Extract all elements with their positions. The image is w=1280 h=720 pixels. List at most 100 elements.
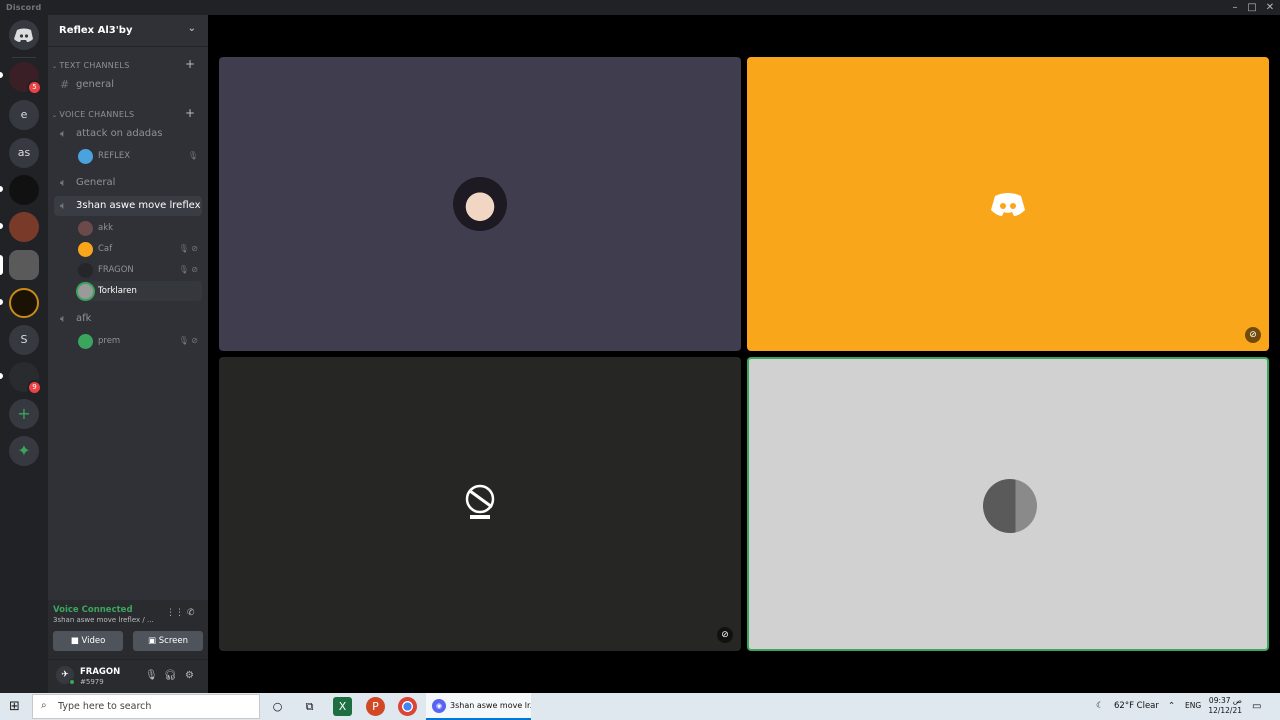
cortana-icon[interactable]: ○ (268, 697, 287, 716)
settings-gear-icon[interactable]: ⚙ (185, 670, 194, 681)
microphone-icon[interactable]: 🎙︎ (145, 670, 158, 681)
taskbar: ⊞ ⌕ Type here to search ○ ⧉ X P ◉ 3shan … (0, 693, 1280, 720)
user-panel: ✈ FRAGON #5979 🎙︎ 🎧︎ ⚙ (48, 660, 208, 693)
avatar (78, 334, 93, 349)
guild-5[interactable] (9, 212, 39, 242)
guild-4[interactable] (9, 175, 39, 205)
category-label: VOICE CHANNELS (59, 110, 135, 119)
deafened-icon: ⊘ (1245, 327, 1261, 343)
discord-app-icon: ◉ (432, 699, 446, 713)
unread-pill (0, 223, 3, 229)
tray-chevron-icon[interactable]: ⌃ (1168, 701, 1175, 711)
headphones-icon[interactable]: 🎧︎ (164, 670, 177, 681)
explore-servers-icon[interactable]: ✦ (9, 436, 39, 466)
voice-channel-afk[interactable]: 🔈︎ afk (54, 309, 202, 329)
channel-general[interactable]: # general (54, 75, 202, 95)
user-name: Caf (98, 244, 113, 254)
home-discord-button[interactable] (9, 20, 39, 50)
taskbar-search[interactable]: ⌕ Type here to search (32, 694, 260, 719)
voice-status: Voice Connected (53, 605, 133, 615)
chevron-down-icon: ⌄ (187, 23, 196, 34)
create-channel-icon[interactable]: + (185, 57, 195, 71)
add-server-icon[interactable]: + (9, 399, 39, 429)
clock[interactable]: 09:37 ص 12/12/21 (1208, 696, 1242, 716)
muted-deafened-icons: 🎙︎ ⊘ (178, 244, 198, 253)
maximize-icon[interactable]: □ (1242, 0, 1262, 15)
user-name: Torklaren (98, 286, 137, 296)
taskbar-discord-app[interactable]: ◉ 3shan aswe move lr... (426, 693, 531, 720)
windows-start-icon[interactable]: ⊞ (9, 699, 20, 714)
disconnect-icon[interactable]: ✆ (187, 608, 195, 618)
deafened-icon: ⊘ (717, 627, 733, 643)
voice-channel-attack[interactable]: 🔈︎ attack on adadas (54, 124, 202, 144)
noise-suppression-icon[interactable]: ⋮⋮ (166, 608, 184, 618)
voice-channel-path[interactable]: 3shan aswe move lreflex / ... (53, 616, 154, 624)
voice-user[interactable]: akk (78, 218, 202, 238)
unread-pill (0, 373, 3, 379)
close-icon[interactable]: ✕ (1260, 0, 1280, 15)
channel-name: attack on adadas (76, 128, 163, 139)
avatar (78, 242, 93, 257)
guild-6-selected[interactable] (9, 250, 39, 280)
speaker-icon: 🔈︎ (60, 176, 67, 189)
discord-logo-icon (991, 193, 1025, 216)
voice-user-hovered[interactable]: Torklaren (78, 281, 202, 301)
search-placeholder: Type here to search (58, 701, 152, 712)
guild-8[interactable]: S (9, 325, 39, 355)
guild-3[interactable]: as (9, 138, 39, 168)
hash-icon: # (60, 78, 70, 91)
avatar (78, 221, 93, 236)
server-header[interactable]: Reflex Al3'by ⌄ (48, 15, 208, 47)
participant-tile-2[interactable]: ⊘ (747, 57, 1269, 351)
guild-9[interactable]: 9 (9, 362, 42, 395)
muted-deafened-icons: 🎙︎ ⊘ (178, 265, 198, 274)
search-icon: ⌕ (41, 700, 47, 711)
guild-label: e (20, 108, 28, 121)
weather-text[interactable]: 62°F Clear (1114, 701, 1159, 711)
video-button[interactable]: ■ Video (53, 631, 123, 651)
voice-user[interactable]: prem 🎙︎ ⊘ (78, 331, 202, 351)
speaker-icon: 🔈︎ (60, 199, 67, 212)
user-name: REFLEX (98, 151, 131, 161)
participant-tile-4-speaking[interactable] (747, 357, 1269, 651)
language-indicator[interactable]: ENG (1185, 701, 1201, 710)
channel-name: 3shan aswe move lreflex (76, 200, 201, 211)
notifications-icon[interactable]: ▭ (1252, 701, 1261, 712)
chevron-icon: ⌄ (52, 63, 58, 70)
voice-stage: ⊘ ⊘ (208, 15, 1280, 693)
create-voice-channel-icon[interactable]: + (185, 106, 195, 120)
active-app-title: 3shan aswe move lr... (450, 701, 531, 710)
user-name: prem (98, 336, 121, 346)
voice-channel-general[interactable]: 🔈︎ General (54, 173, 202, 193)
guild-7[interactable] (9, 288, 39, 318)
mention-badge: 5 (27, 80, 42, 95)
screen-share-button[interactable]: ▣ Screen (133, 631, 203, 651)
voice-channel-move[interactable]: 🔈︎ 3shan aswe move lreflex (54, 196, 202, 216)
guild-1[interactable]: 5 (9, 62, 42, 95)
weather-moon-icon: ☾ (1096, 701, 1104, 711)
title-bar: Discord – □ ✕ (0, 0, 1280, 15)
participant-tile-3[interactable]: ⊘ (219, 357, 741, 651)
online-status-indicator (69, 679, 75, 685)
guild-divider (12, 57, 36, 58)
excel-icon[interactable]: X (333, 697, 352, 716)
voice-category[interactable]: ⌄ VOICE CHANNELS (52, 110, 134, 119)
voice-user[interactable]: REFLEX 🎙︎ (78, 146, 202, 166)
discord-logo-icon (14, 28, 33, 42)
chrome-icon[interactable] (398, 697, 417, 716)
participant-tile-1[interactable] (219, 57, 741, 351)
fragon-logo-icon (465, 484, 495, 519)
camera-icon: ■ (70, 636, 82, 646)
guild-2[interactable]: e (9, 100, 39, 130)
voice-user[interactable]: FRAGON 🎙︎ ⊘ (78, 260, 202, 280)
powerpoint-icon[interactable]: P (366, 697, 385, 716)
mic-muted-icon: 🎙︎ (187, 151, 198, 160)
task-view-icon[interactable]: ⧉ (300, 697, 319, 716)
text-category[interactable]: ⌄ TEXT CHANNELS (52, 61, 130, 70)
voice-user[interactable]: Caf 🎙︎ ⊘ (78, 239, 202, 259)
participant-avatar (453, 477, 507, 531)
video-label: Video (81, 636, 106, 646)
screen-label: Screen (158, 636, 188, 646)
clock-time: 09:37 ص (1208, 696, 1242, 705)
selected-pill (0, 255, 3, 275)
